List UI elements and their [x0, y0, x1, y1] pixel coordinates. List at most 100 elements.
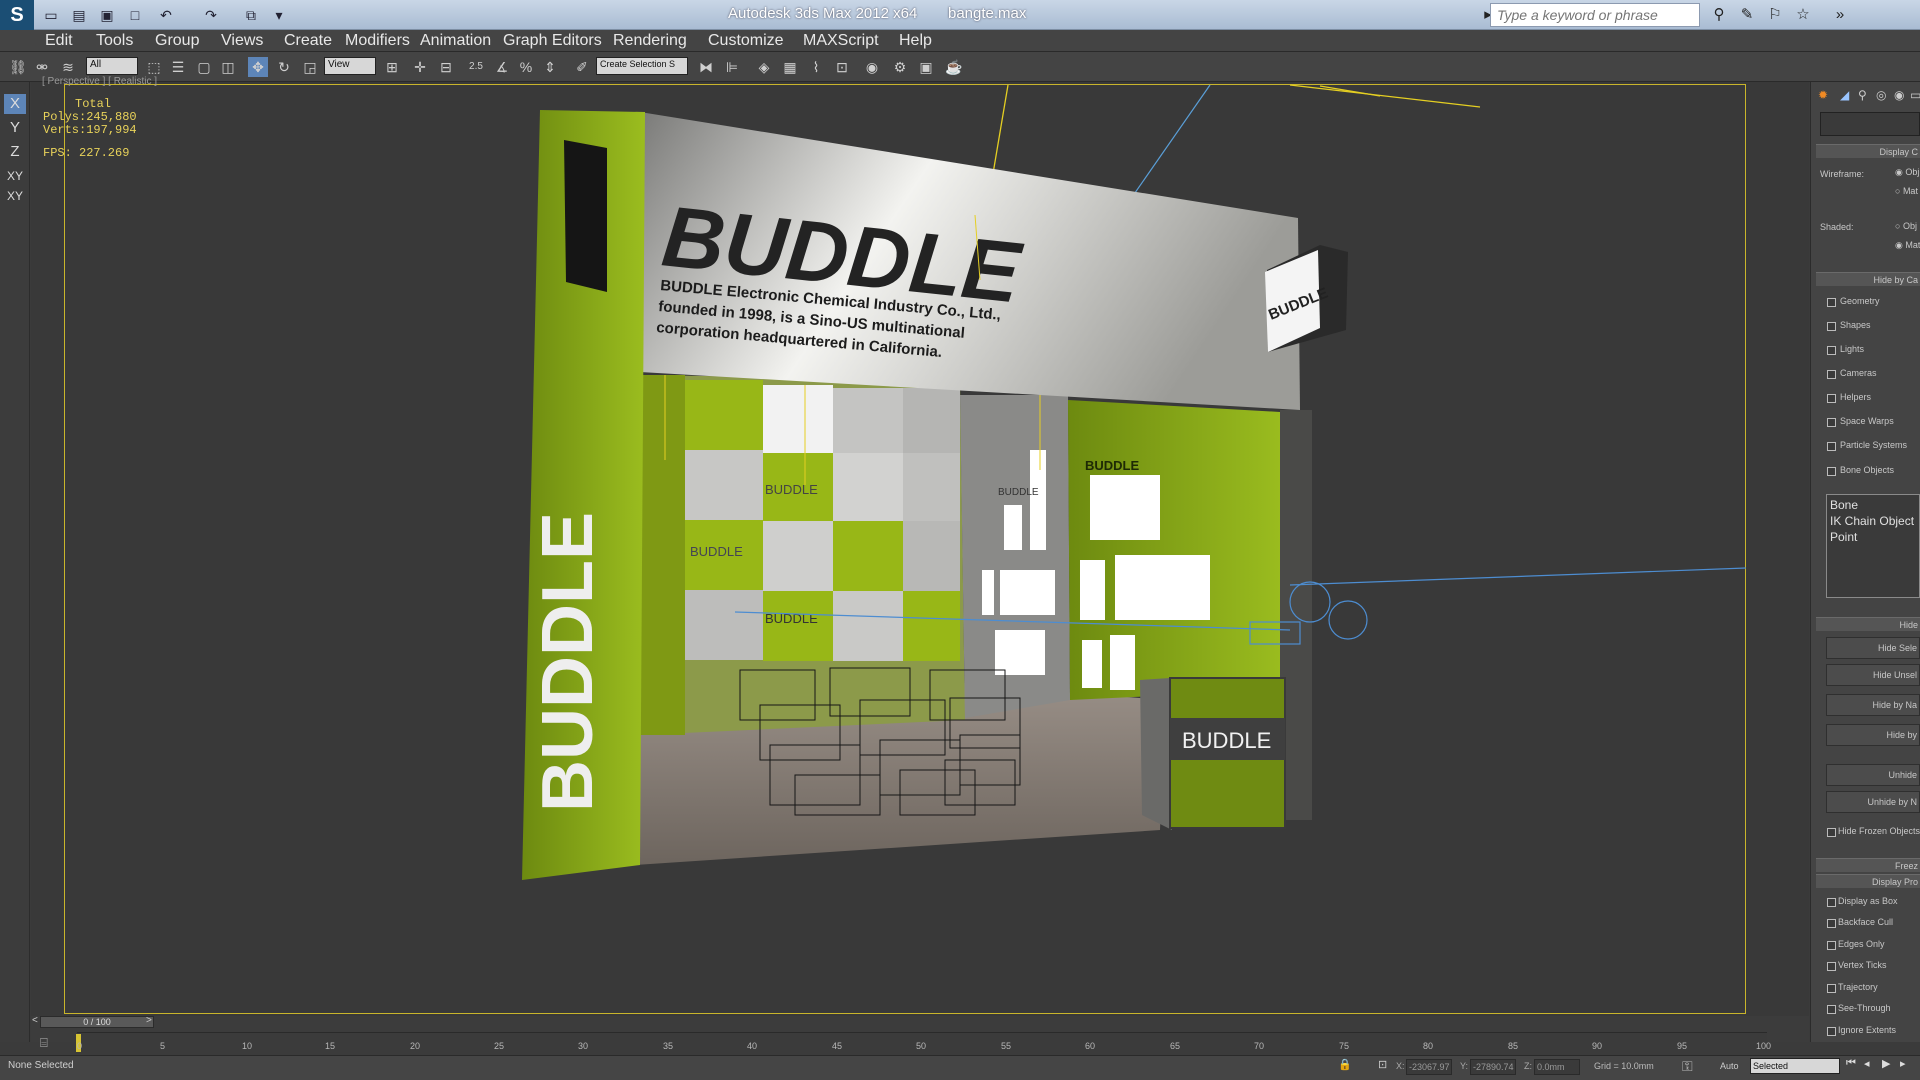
frame-tick: 85 — [1508, 1041, 1519, 1051]
checkbox-shapes[interactable] — [1827, 322, 1836, 331]
shaded-material-radio[interactable]: ◉ Mat — [1895, 240, 1920, 251]
frame-tick: 25 — [494, 1041, 505, 1051]
panel-name-field[interactable] — [1820, 112, 1920, 136]
frame-tick: 10 — [242, 1041, 253, 1051]
label-backface-cull: Backface Cull — [1838, 917, 1894, 927]
hide-by-name-button[interactable]: Hide by Na — [1826, 694, 1920, 716]
checkbox-edges-only[interactable] — [1827, 941, 1836, 950]
category-list[interactable]: Bone IK Chain Object Point — [1826, 494, 1920, 598]
play-icon[interactable]: ▶ — [1882, 1057, 1890, 1070]
label-particle-systems: Particle Systems — [1840, 440, 1908, 450]
grid-size: Grid = 10.0mm — [1594, 1061, 1654, 1071]
frame-tick: 95 — [1677, 1041, 1688, 1051]
shaded-object-radio[interactable]: ○ Obj — [1895, 221, 1917, 231]
y-coord-field[interactable]: -27890.74 — [1470, 1059, 1516, 1075]
frame-tick: 45 — [832, 1041, 843, 1051]
label-trajectory: Trajectory — [1838, 982, 1878, 992]
frame-tick: 0 — [77, 1041, 83, 1051]
label-display-as-box: Display as Box — [1838, 896, 1898, 906]
lock-selection-icon[interactable]: 🔒 — [1338, 1058, 1352, 1071]
unhide-by-name-button[interactable]: Unhide by N — [1826, 791, 1920, 813]
create-tab-icon[interactable]: ✹ — [1818, 88, 1828, 102]
frame-tick: 100 — [1756, 1041, 1772, 1051]
wall-logo-2: BUDDLE — [690, 544, 743, 559]
frame-tick: 15 — [325, 1041, 336, 1051]
wall-logo-1: BUDDLE — [765, 482, 818, 497]
checkbox-cameras[interactable] — [1827, 370, 1836, 379]
checkbox-trajectory[interactable] — [1827, 984, 1836, 993]
frame-tick: 35 — [663, 1041, 674, 1051]
hierarchy-tab-icon[interactable]: ⚲ — [1858, 88, 1867, 102]
wireframe-material-radio[interactable]: ○ Mat — [1895, 186, 1918, 196]
z-coord-label: Z: — [1524, 1061, 1532, 1071]
list-item[interactable]: Bone — [1830, 497, 1916, 513]
hide-unselected-button[interactable]: Hide Unsel — [1826, 664, 1920, 686]
frame-tick: 30 — [578, 1041, 589, 1051]
rollout-hide[interactable]: Hide — [1816, 617, 1920, 631]
unhide-all-button[interactable]: Unhide — [1826, 764, 1920, 786]
label-ignore-extents: Ignore Extents — [1838, 1025, 1897, 1035]
checkbox-lights[interactable] — [1827, 346, 1836, 355]
time-slider-prev-icon[interactable]: < — [32, 1015, 38, 1026]
label-edges-only: Edges Only — [1838, 939, 1885, 949]
frame-tick: 50 — [916, 1041, 927, 1051]
middle-wall-logo: BUDDLE — [998, 487, 1039, 498]
time-slider-next-icon[interactable]: > — [146, 1015, 152, 1026]
hide-by-hit-button[interactable]: Hide by — [1826, 724, 1920, 746]
left-pillar-slot — [564, 140, 607, 292]
set-key-icon[interactable]: ⚿ — [1682, 1058, 1693, 1075]
frame-tick: 90 — [1592, 1041, 1603, 1051]
rollout-display-color[interactable]: Display C — [1816, 144, 1920, 158]
rollout-hide-by-category[interactable]: Hide by Ca — [1816, 272, 1920, 286]
x-coord-field[interactable]: -23067.97 — [1406, 1059, 1452, 1075]
selection-status: None Selected — [8, 1060, 74, 1071]
pillar-logo: BUDDLE — [528, 512, 608, 812]
right-wall-logo: BUDDLE — [1085, 458, 1139, 473]
motion-tab-icon[interactable]: ◎ — [1876, 88, 1886, 102]
wireframe-object-radio[interactable]: ◉ Obj — [1895, 167, 1919, 178]
absolute-mode-icon[interactable]: ⊡ — [1378, 1058, 1387, 1071]
prev-frame-icon[interactable]: ◂ — [1864, 1057, 1870, 1070]
rollout-freeze[interactable]: Freez — [1816, 858, 1920, 872]
y-coord-label: Y: — [1460, 1061, 1469, 1071]
checkbox-ignore-extents[interactable] — [1827, 1027, 1836, 1036]
frame-tick: 20 — [410, 1041, 421, 1051]
go-to-start-icon[interactable]: ⏮ — [1846, 1057, 1856, 1070]
label-geometry: Geometry — [1840, 296, 1880, 306]
list-item[interactable]: Point — [1830, 529, 1916, 545]
z-coord-field[interactable]: 0.0mm — [1534, 1059, 1580, 1075]
checkbox-vertex-ticks[interactable] — [1827, 962, 1836, 971]
checkbox-see-through[interactable] — [1827, 1005, 1836, 1014]
shaded-label: Shaded: — [1820, 222, 1854, 232]
scene-render: BUDDLE BUDDLE BUDDLE BUDDLE BUDDLE BUDDL… — [522, 84, 1747, 880]
label-bone-objects: Bone Objects — [1840, 465, 1895, 475]
frame-tick: 5 — [160, 1041, 166, 1051]
checkbox-display-as-box[interactable] — [1827, 898, 1836, 907]
checkbox-helpers[interactable] — [1827, 394, 1836, 403]
utilities-tab-icon[interactable]: ▭ — [1910, 88, 1920, 102]
display-tab-icon[interactable]: ◉ — [1894, 88, 1904, 102]
checkbox-bone-objects[interactable] — [1827, 467, 1836, 476]
checkbox-geometry[interactable] — [1827, 298, 1836, 307]
auto-key-button[interactable]: Auto — [1720, 1061, 1739, 1071]
checkbox-hide-frozen[interactable] — [1827, 828, 1836, 837]
next-frame-icon[interactable]: ▸ — [1900, 1057, 1906, 1070]
checkbox-space-warps[interactable] — [1827, 418, 1836, 427]
camera-target-line — [1129, 84, 1211, 201]
list-item[interactable]: IK Chain Object — [1830, 513, 1916, 529]
key-filter-dropdown[interactable]: Selected — [1750, 1058, 1840, 1074]
mini-curve-editor-icon[interactable]: ⌸ — [40, 1035, 48, 1051]
frame-tick: 60 — [1085, 1041, 1096, 1051]
label-helpers: Helpers — [1840, 392, 1872, 402]
checkbox-backface-cull[interactable] — [1827, 919, 1836, 928]
light-line — [1289, 84, 1481, 108]
label-vertex-ticks: Vertex Ticks — [1838, 960, 1887, 970]
modify-tab-icon[interactable]: ◢ — [1840, 88, 1849, 102]
time-slider[interactable]: 0 / 100 — [40, 1016, 154, 1028]
rollout-display-properties[interactable]: Display Pro — [1816, 874, 1920, 888]
hide-selected-button[interactable]: Hide Sele — [1826, 637, 1920, 659]
counter-side — [1140, 678, 1172, 830]
label-shapes: Shapes — [1840, 320, 1871, 330]
frame-tick: 55 — [1001, 1041, 1012, 1051]
checkbox-particle-systems[interactable] — [1827, 442, 1836, 451]
